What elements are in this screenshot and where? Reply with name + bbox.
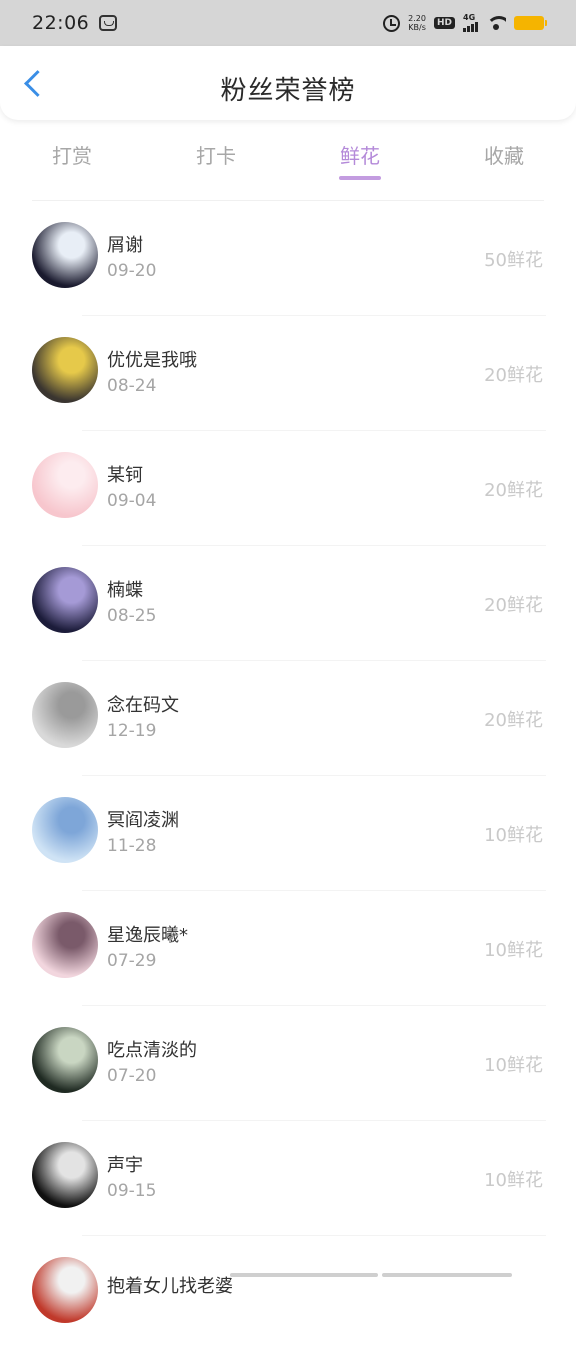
fan-date: 07-29 <box>107 951 157 971</box>
scroll-indicator-secondary <box>382 1273 512 1277</box>
network-type-label: 4G <box>463 13 476 22</box>
fan-date: 09-04 <box>107 491 157 511</box>
scroll-indicator[interactable] <box>230 1273 378 1277</box>
fan-name: 某钶 <box>107 465 143 486</box>
flower-amount: 50鲜花 <box>484 250 543 271</box>
fan-ranking-list: 屑谢 09-20 50鲜花 优优是我哦 08-24 20鲜花 某钶 09-04 … <box>0 201 576 1351</box>
list-item[interactable]: 星逸辰曦* 07-29 10鲜花 <box>0 891 576 1006</box>
tab-flowers[interactable]: 鲜花 <box>288 130 432 184</box>
fan-date: 12-19 <box>107 721 157 741</box>
tab-bar: 打赏 打卡 鲜花 收藏 <box>0 130 576 184</box>
tab-favorites[interactable]: 收藏 <box>432 130 576 184</box>
status-bar: 22:06 2.20 KB/s HD 4G <box>0 0 576 46</box>
avatar <box>32 222 98 288</box>
list-item[interactable]: 优优是我哦 08-24 20鲜花 <box>0 316 576 431</box>
flower-amount: 10鲜花 <box>484 1170 543 1191</box>
page-title: 粉丝荣誉榜 <box>220 76 356 106</box>
fan-name: 吃点清淡的 <box>107 1040 197 1061</box>
flower-amount: 10鲜花 <box>484 940 543 961</box>
avatar <box>32 452 98 518</box>
fan-name: 声宇 <box>107 1155 143 1176</box>
status-time: 22:06 <box>32 12 90 34</box>
status-icons: 2.20 KB/s HD 4G <box>383 13 547 32</box>
fan-date: 08-24 <box>107 376 157 396</box>
flower-amount: 20鲜花 <box>484 710 543 731</box>
avatar <box>32 912 98 978</box>
fan-date: 09-20 <box>107 261 157 281</box>
alarm-icon <box>383 14 401 32</box>
list-item[interactable]: 吃点清淡的 07-20 10鲜花 <box>0 1006 576 1121</box>
fan-name: 屑谢 <box>107 235 143 256</box>
flower-amount: 10鲜花 <box>484 825 543 846</box>
avatar <box>32 1257 98 1323</box>
wifi-icon <box>486 16 506 30</box>
fan-name: 冥阎凌渊 <box>107 810 179 831</box>
flower-amount: 20鲜花 <box>484 365 543 386</box>
fan-name: 星逸辰曦* <box>107 925 188 946</box>
signal-icon: 4G <box>463 13 478 32</box>
avatar <box>32 337 98 403</box>
avatar <box>32 797 98 863</box>
avatar <box>32 567 98 633</box>
fan-name: 楠蝶 <box>107 580 143 601</box>
network-speed: 2.20 KB/s <box>408 14 426 32</box>
avatar <box>32 1142 98 1208</box>
fan-date: 08-25 <box>107 606 157 626</box>
list-item[interactable]: 声宇 09-15 10鲜花 <box>0 1121 576 1236</box>
fan-date: 11-28 <box>107 836 157 856</box>
flower-amount: 10鲜花 <box>484 1055 543 1076</box>
fan-name: 优优是我哦 <box>107 350 197 371</box>
top-app-bar: 粉丝荣誉榜 <box>0 46 576 120</box>
avatar <box>32 1027 98 1093</box>
hd-icon: HD <box>433 17 455 29</box>
notification-app-icon <box>99 15 118 31</box>
fan-date: 07-20 <box>107 1066 157 1086</box>
fan-name: 念在码文 <box>107 695 179 716</box>
fan-date: 09-15 <box>107 1181 157 1201</box>
list-item[interactable]: 念在码文 12-19 20鲜花 <box>0 661 576 776</box>
list-item[interactable]: 屑谢 09-20 50鲜花 <box>0 201 576 316</box>
fan-name: 抱着女儿找老婆 <box>107 1276 233 1297</box>
network-speed-unit: KB/s <box>408 23 426 32</box>
flower-amount: 20鲜花 <box>484 595 543 616</box>
list-item[interactable]: 楠蝶 08-25 20鲜花 <box>0 546 576 661</box>
list-item[interactable]: 冥阎凌渊 11-28 10鲜花 <box>0 776 576 891</box>
flower-amount: 20鲜花 <box>484 480 543 501</box>
list-item[interactable]: 某钶 09-04 20鲜花 <box>0 431 576 546</box>
battery-icon <box>514 16 547 30</box>
avatar <box>32 682 98 748</box>
list-item[interactable]: 抱着女儿找老婆 <box>0 1236 576 1351</box>
tab-checkin[interactable]: 打卡 <box>144 130 288 184</box>
network-speed-value: 2.20 <box>408 14 426 23</box>
tab-reward[interactable]: 打赏 <box>0 130 144 184</box>
